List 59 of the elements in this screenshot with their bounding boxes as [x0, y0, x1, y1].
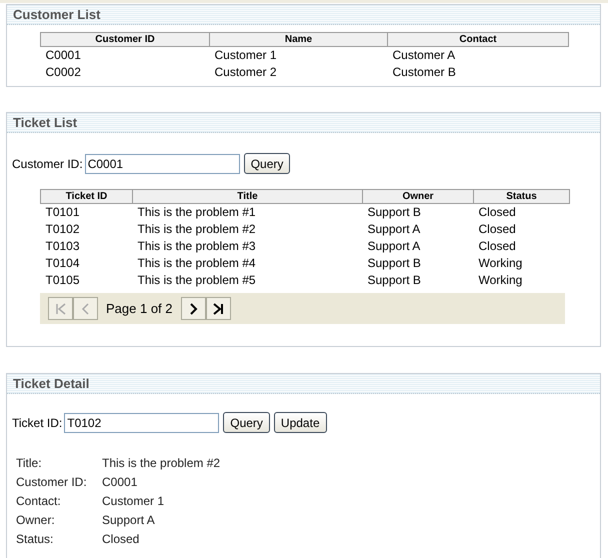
customer-id-field[interactable]: C0001 — [84, 154, 240, 174]
table-cell-text: Working — [478, 272, 524, 289]
first-page-icon — [54, 302, 66, 314]
table-cell-text: T0102 — [44, 221, 81, 238]
query-button[interactable]: Query — [244, 153, 290, 174]
next-page-button[interactable] — [180, 297, 206, 320]
column-header: Contact — [388, 32, 568, 46]
detail-label: Title: — [16, 455, 43, 471]
table-cell: Customer 1 — [210, 46, 388, 64]
table-cell-text: Support B — [366, 272, 422, 289]
update-button[interactable]: Update — [274, 412, 327, 433]
detail-label: Customer ID: — [16, 474, 88, 490]
table-cell-text: Support B — [366, 255, 422, 272]
detail-value: C0001 — [102, 474, 138, 490]
table-cell-text: C0002 — [44, 64, 82, 81]
column-header: Title — [132, 190, 362, 204]
previous-page-icon — [80, 302, 92, 314]
column-header: Ticket ID — [40, 190, 132, 204]
table-cell-text: Customer 2 — [214, 64, 278, 81]
ticket-id-field[interactable]: T0102 — [64, 412, 220, 432]
field-label: Customer ID: — [12, 156, 83, 170]
detail-value: Customer 1 — [102, 493, 166, 509]
table-cell-text: Working — [478, 255, 524, 272]
table-cell: Closed — [474, 204, 570, 221]
column-header: Owner — [362, 190, 474, 204]
detail-label: Status: — [16, 531, 54, 547]
last-page-button[interactable] — [206, 297, 230, 320]
table-cell-text: T0104 — [44, 255, 81, 272]
panel-title: Customer List — [13, 7, 100, 22]
table-cell-text: T0103 — [44, 238, 81, 255]
table-cell-text: This is the problem #3 — [136, 238, 257, 255]
detail-value: This is the problem #2 — [102, 455, 222, 471]
detail-label: Owner: — [16, 512, 56, 528]
table-cell-text: This is the problem #4 — [136, 255, 257, 272]
detail-label: Contact: — [16, 493, 62, 509]
table-cell-text: T0105 — [44, 272, 81, 289]
column-header: Name — [210, 32, 388, 46]
table-cell: Support B — [362, 204, 474, 221]
table-cell-text: Support A — [366, 238, 422, 255]
column-header: Status — [474, 190, 570, 204]
table-cell-text: This is the problem #2 — [136, 221, 257, 238]
table-cell: This is the problem #1 — [132, 204, 362, 221]
detail-value: Closed — [102, 531, 140, 547]
field-label: Ticket ID: — [12, 416, 62, 430]
table-cell: Customer A — [388, 46, 568, 64]
table-cell: T0101 — [40, 204, 132, 221]
table-cell-text: Closed — [478, 221, 517, 238]
last-page-icon — [212, 302, 224, 314]
table-cell: C0001 — [40, 46, 210, 64]
table-cell-text: Support A — [366, 221, 422, 238]
query-button[interactable]: Query — [223, 412, 270, 433]
page-indicator: Page 1 of 2 — [106, 301, 172, 316]
table-cell-text: Closed — [478, 238, 517, 255]
panel-title: Ticket Detail — [13, 376, 90, 391]
table-cell-text: This is the problem #5 — [136, 272, 257, 289]
panel-title: Ticket List — [13, 115, 78, 130]
table-cell-text: Customer B — [392, 64, 457, 81]
detail-value: Support A — [102, 512, 156, 528]
column-header: Customer ID — [40, 32, 210, 46]
